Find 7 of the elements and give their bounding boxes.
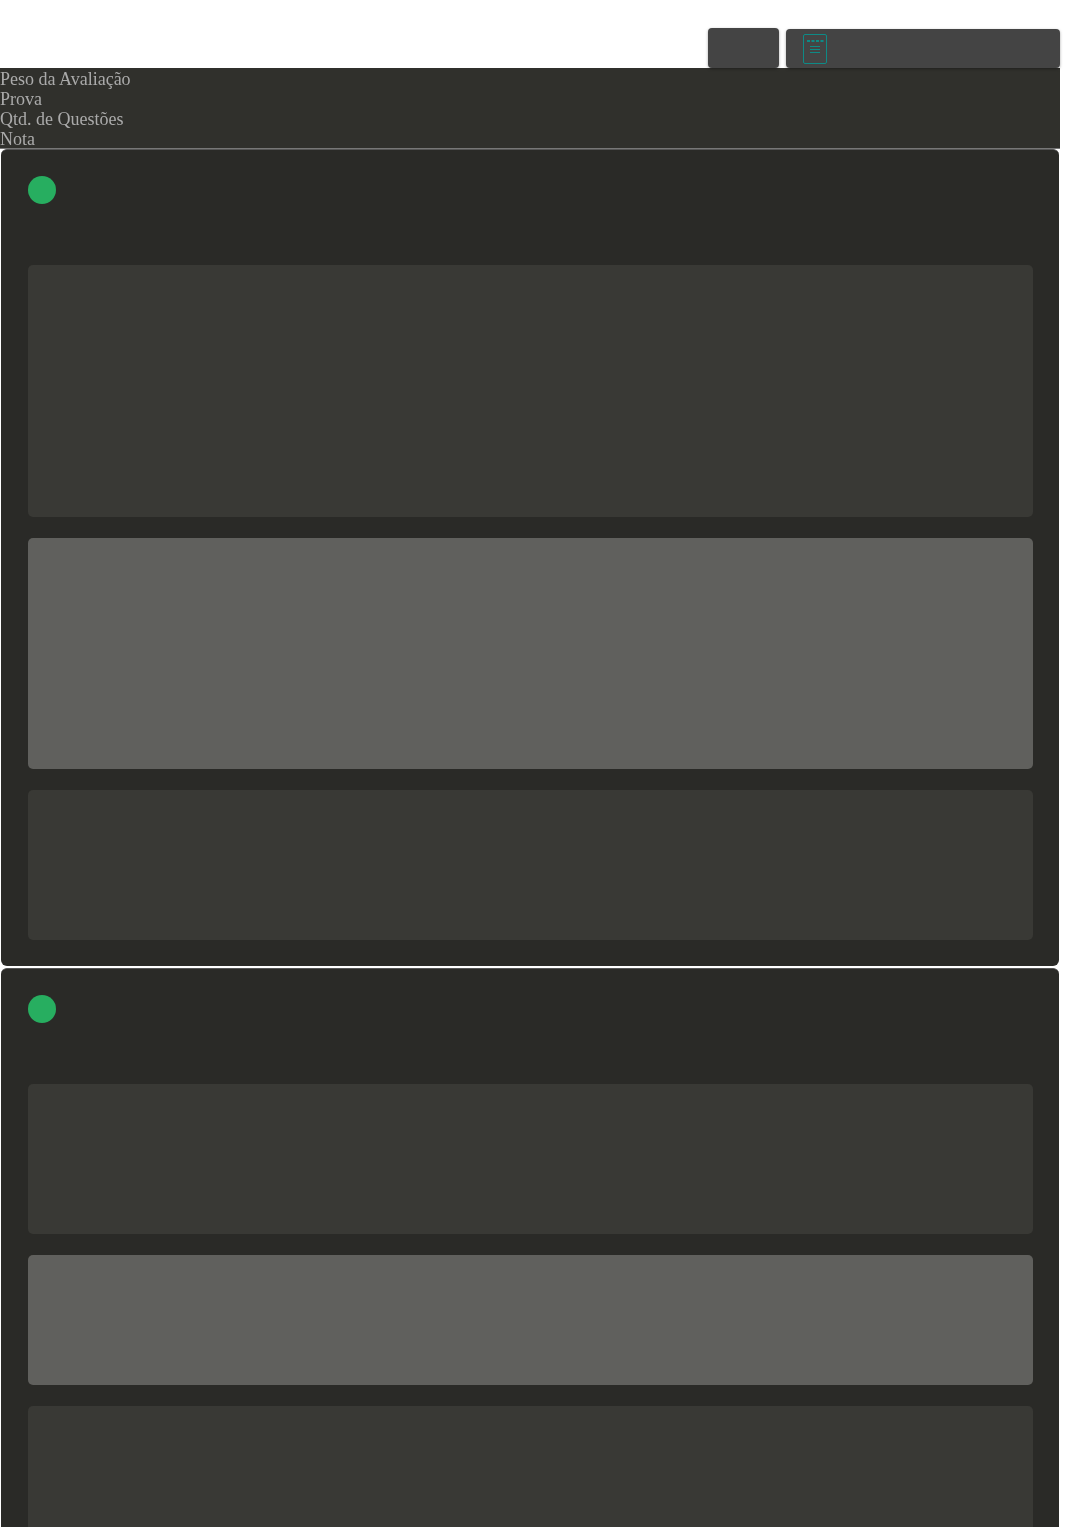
column-label: Prova [0,89,42,109]
column-label: Peso da Avaliação [0,69,131,89]
document-button[interactable] [786,29,1060,68]
toolbar-button[interactable] [708,28,779,68]
column-label: Qtd. de Questões [0,109,124,129]
document-icon [803,33,827,64]
column-label: Nota [0,129,35,149]
